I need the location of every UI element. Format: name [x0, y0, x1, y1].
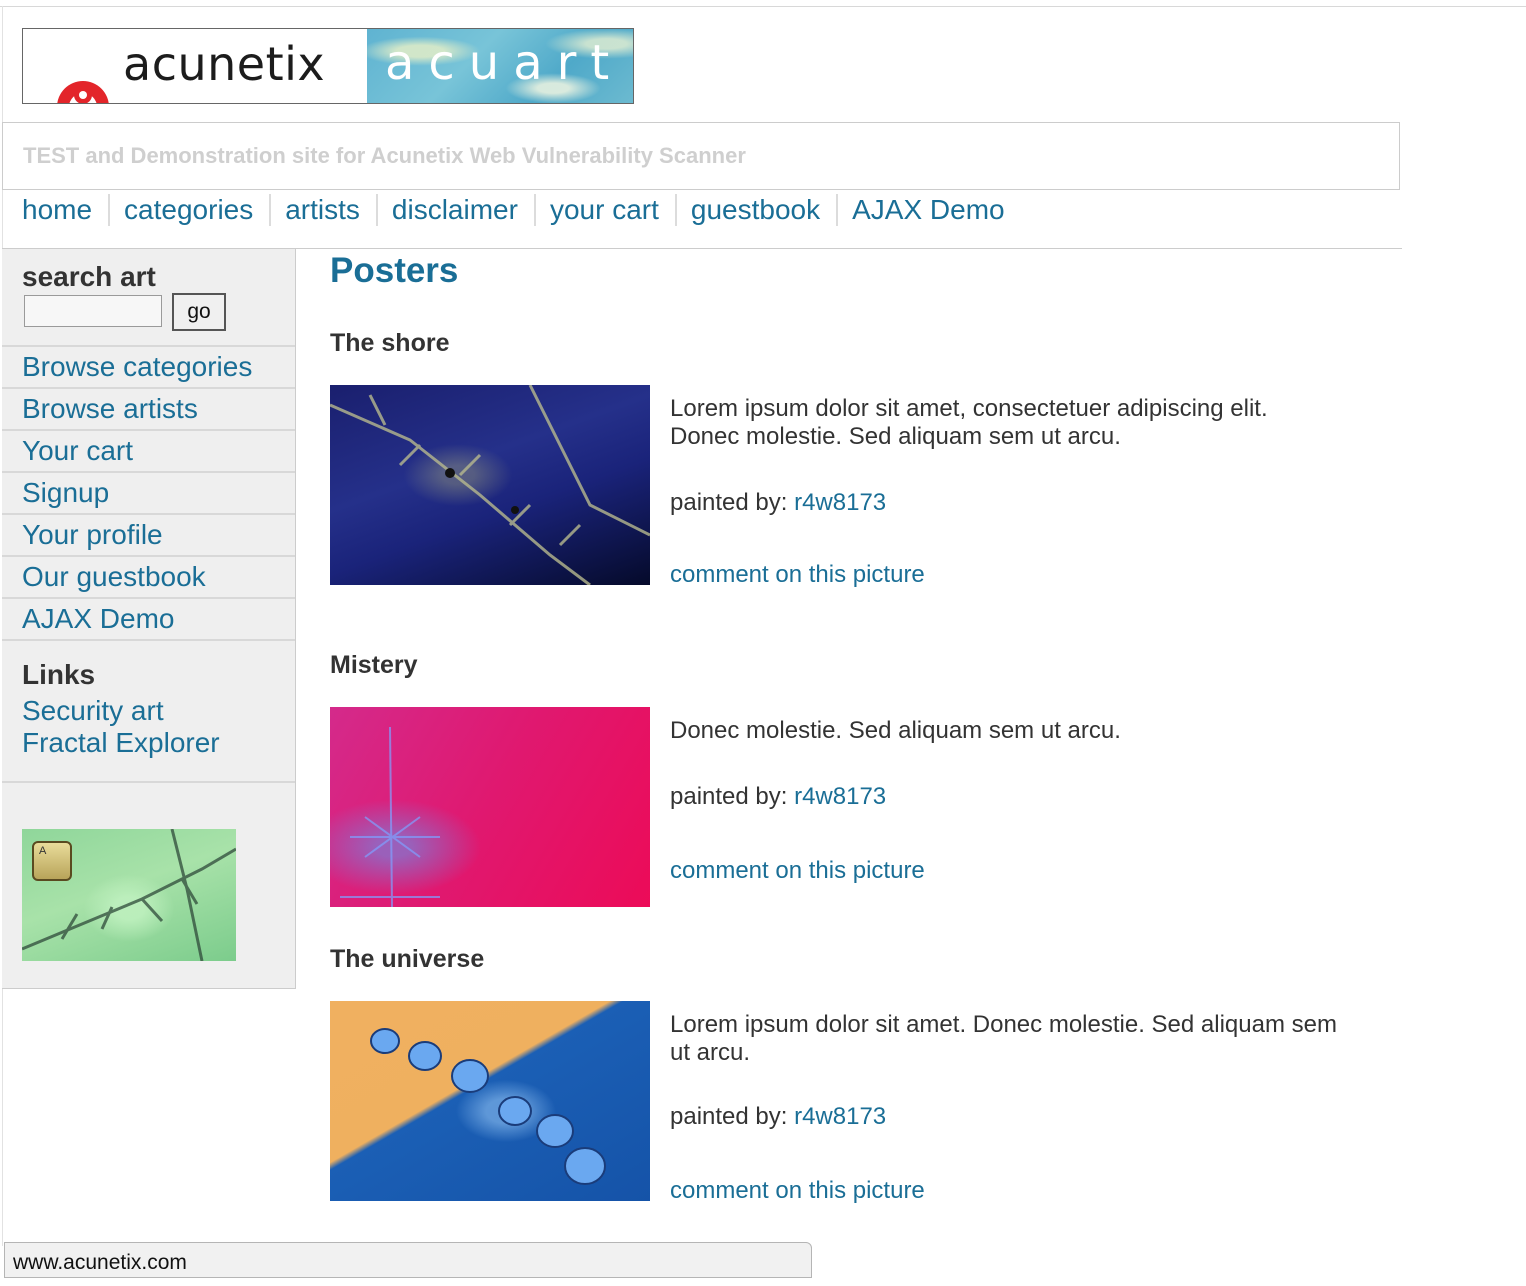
sidebar-item-our-guestbook: Our guestbook — [2, 555, 295, 597]
sidebar-item-your-profile: Your profile — [2, 513, 295, 555]
search-go-button[interactable]: go — [172, 293, 226, 331]
poster-image[interactable] — [330, 385, 650, 585]
painted-by: painted by: r4w8173 — [670, 489, 886, 517]
poster-title: Mistery — [330, 651, 418, 679]
artist-link[interactable]: r4w8173 — [794, 489, 886, 516]
link-fractal-explorer[interactable]: Fractal Explorer — [22, 727, 220, 759]
nav-home[interactable]: home — [22, 194, 92, 226]
painted-by-label: painted by: — [670, 1103, 795, 1130]
comment-link[interactable]: comment on this picture — [670, 561, 925, 589]
poster-description: Donec molestie. Sed aliquam sem ut arcu. — [670, 717, 1121, 744]
painted-by-label: painted by: — [670, 489, 795, 516]
nav-separator — [375, 194, 378, 226]
nav-guestbook[interactable]: guestbook — [691, 194, 820, 226]
browser-status-bar: www.acunetix.com — [4, 1242, 812, 1278]
nav-separator — [108, 194, 111, 226]
sidebar-item-your-cart: Your cart — [2, 429, 295, 471]
poster-description: Lorem ipsum dolor sit amet. Donec molest… — [670, 1011, 1337, 1066]
logo-product-text: acuart — [385, 35, 624, 91]
nav-ajax-demo[interactable]: AJAX Demo — [852, 194, 1005, 226]
sidebar-menu: Browse categories Browse artists Your ca… — [2, 345, 295, 641]
nav-disclaimer[interactable]: disclaimer — [392, 194, 518, 226]
sidebar-item-browse-artists: Browse artists — [2, 387, 295, 429]
sidebar-link[interactable]: Browse artists — [22, 393, 198, 425]
sidebar-link[interactable]: Signup — [22, 477, 109, 509]
poster-title: The universe — [330, 945, 485, 973]
poster-image[interactable] — [330, 1001, 650, 1201]
fractal-pattern — [340, 726, 440, 907]
site-logo[interactable]: acunetix acuart — [22, 28, 634, 104]
sidebar: search art go Browse categories Browse a… — [2, 249, 296, 989]
painted-by: painted by: r4w8173 — [670, 783, 886, 811]
nav-separator — [674, 194, 677, 226]
sidebar-item-signup: Signup — [2, 471, 295, 513]
comment-link[interactable]: comment on this picture — [670, 1177, 925, 1205]
tagline-box: TEST and Demonstration site for Acunetix… — [2, 122, 1400, 190]
sidebar-divider — [2, 781, 295, 783]
search-title: search art — [22, 261, 156, 292]
keyboard-key-icon: A — [32, 841, 72, 881]
ad-banner-image[interactable]: A — [22, 829, 236, 961]
fractal-pattern — [330, 385, 650, 585]
sidebar-link[interactable]: Our guestbook — [22, 561, 206, 593]
acuart-logo: acuart — [367, 29, 633, 103]
nav-separator — [269, 194, 272, 226]
nav-your-cart[interactable]: your cart — [550, 194, 659, 226]
sidebar-item-ajax-demo: AJAX Demo — [2, 597, 295, 641]
link-security-art[interactable]: Security art — [22, 695, 164, 727]
global-nav: home categories artists disclaimer your … — [22, 194, 1005, 226]
tagline-text: TEST and Demonstration site for Acunetix… — [23, 143, 746, 168]
sidebar-link[interactable]: Browse categories — [22, 351, 252, 383]
acunetix-logo: acunetix — [23, 29, 367, 103]
page-title: Posters — [330, 251, 459, 290]
comment-link[interactable]: comment on this picture — [670, 857, 925, 885]
sidebar-link[interactable]: Your cart — [22, 435, 133, 467]
fractal-pattern — [370, 1028, 606, 1185]
top-divider — [0, 6, 1526, 7]
painted-by-label: painted by: — [670, 783, 795, 810]
status-url: www.acunetix.com — [13, 1251, 187, 1274]
artist-link[interactable]: r4w8173 — [794, 1103, 886, 1130]
poster-title: The shore — [330, 329, 450, 357]
logo-brand-text: acunetix — [123, 37, 326, 91]
poster-description: Lorem ipsum dolor sit amet, consectetuer… — [670, 395, 1268, 450]
painted-by: painted by: r4w8173 — [670, 1103, 886, 1131]
sidebar-item-browse-categories: Browse categories — [2, 345, 295, 387]
search-input[interactable] — [24, 295, 162, 327]
artist-link[interactable]: r4w8173 — [794, 783, 886, 810]
nav-separator — [533, 194, 536, 226]
nav-categories[interactable]: categories — [124, 194, 253, 226]
sidebar-link[interactable]: AJAX Demo — [22, 603, 175, 635]
links-title: Links — [22, 659, 96, 690]
nav-artists[interactable]: artists — [285, 194, 360, 226]
nav-separator — [836, 194, 839, 226]
poster-image[interactable] — [330, 707, 650, 907]
acunetix-arc-icon — [57, 81, 109, 103]
sidebar-link[interactable]: Your profile — [22, 519, 163, 551]
